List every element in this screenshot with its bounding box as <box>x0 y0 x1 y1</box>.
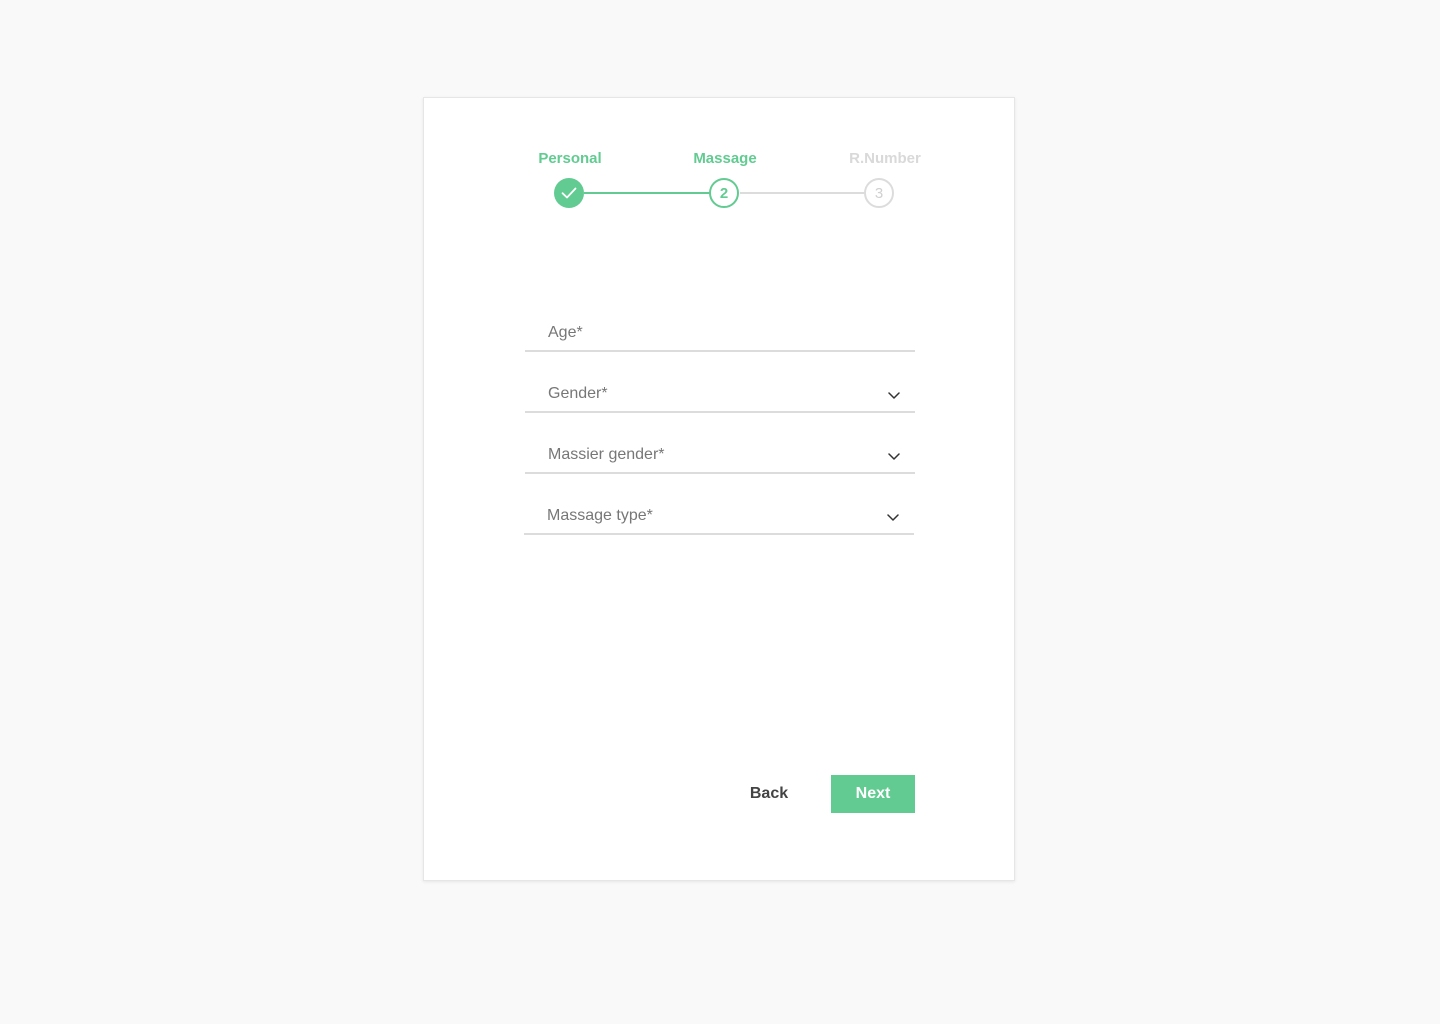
age-field[interactable]: Age* <box>525 316 915 352</box>
massage-type-select[interactable]: Massage type* <box>524 499 914 535</box>
chevron-down-icon <box>888 392 900 399</box>
step-connector-pending <box>740 192 864 194</box>
massier-gender-select[interactable]: Massier gender* <box>525 438 915 474</box>
gender-label: Gender* <box>548 385 608 402</box>
chevron-down-icon <box>888 453 900 460</box>
step-3-number: 3 <box>874 184 884 202</box>
step-label-rnumber: R.Number <box>849 150 921 167</box>
step-label-personal[interactable]: Personal <box>510 150 630 167</box>
wizard-card: Personal Massage R.Number 2 3 Age* Gende… <box>423 97 1015 881</box>
step-2-number: 2 <box>719 184 729 202</box>
check-icon <box>561 187 577 199</box>
chevron-down-icon <box>887 514 899 521</box>
back-button[interactable]: Back <box>734 775 804 813</box>
step-2-active[interactable]: 2 <box>709 178 739 208</box>
gender-select[interactable]: Gender* <box>525 377 915 413</box>
step-label-massage[interactable]: Massage <box>665 150 785 167</box>
step-3-pending: 3 <box>864 178 894 208</box>
next-button[interactable]: Next <box>831 775 915 813</box>
age-label: Age* <box>548 324 583 341</box>
massage-type-label: Massage type* <box>547 507 653 524</box>
step-connector-completed <box>584 192 710 194</box>
step-1-completed[interactable] <box>554 178 584 208</box>
massier-gender-label: Massier gender* <box>548 446 665 463</box>
